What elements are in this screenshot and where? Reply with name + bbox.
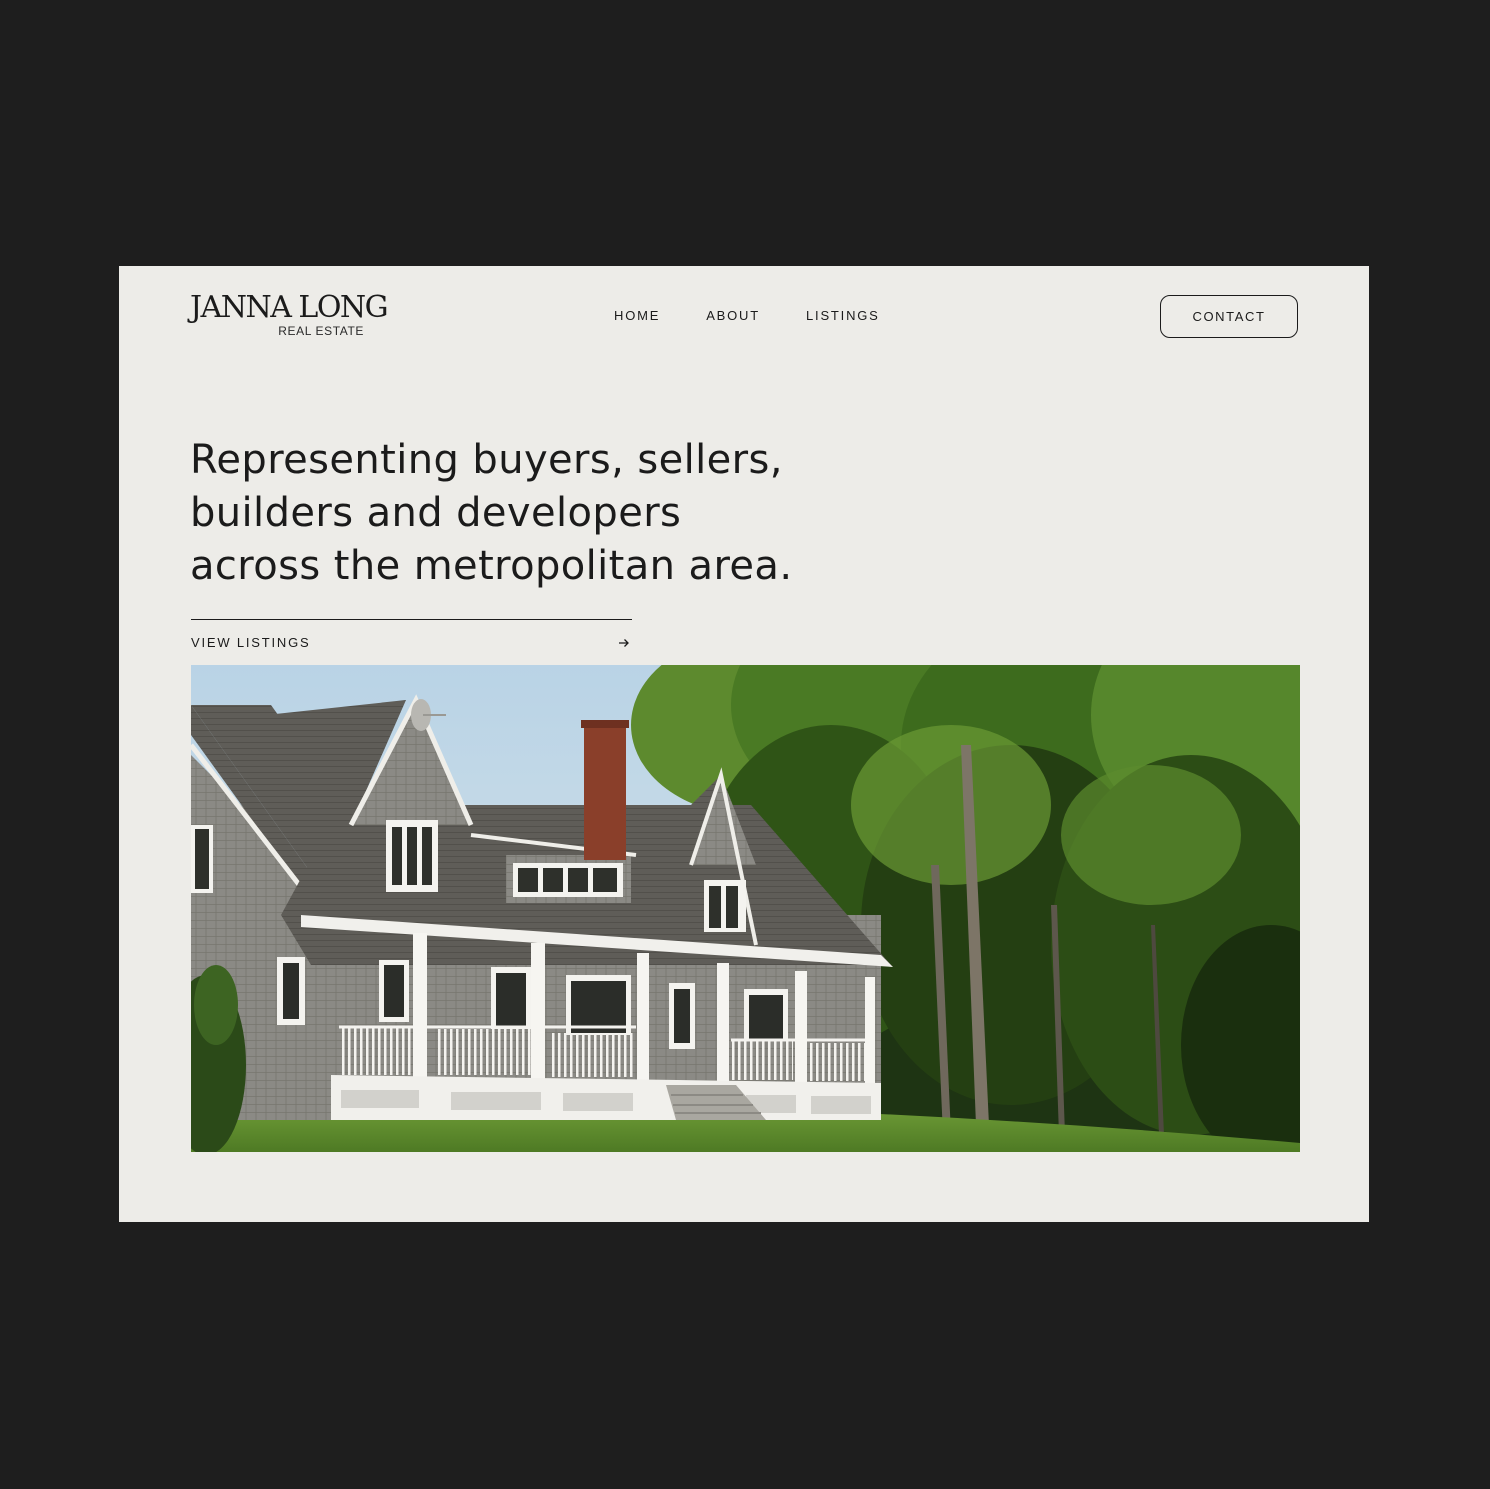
headline-line-1: Representing buyers, sellers, [190, 437, 783, 483]
website-page: JANNA LONG REAL ESTATE HOME ABOUT LISTIN… [119, 266, 1369, 1222]
logo-wordmark: JANNA LONG [190, 290, 389, 325]
main-nav: HOME ABOUT LISTINGS [614, 308, 880, 323]
headline-line-2: builders and developers [190, 490, 682, 536]
nav-item-listings[interactable]: LISTINGS [806, 308, 880, 323]
logo-subtitle: REAL ESTATE [278, 324, 364, 338]
contact-button[interactable]: CONTACT [1160, 295, 1298, 338]
headline-line-3: across the metropolitan area. [190, 543, 793, 589]
nav-item-home[interactable]: HOME [614, 308, 660, 323]
view-listings-link[interactable]: VIEW LISTINGS [191, 619, 632, 650]
arrow-right-icon [619, 638, 629, 647]
view-listings-label: VIEW LISTINGS [191, 635, 311, 650]
nav-item-about[interactable]: ABOUT [706, 308, 760, 323]
hero-headline: Representing buyers, sellers, builders a… [190, 434, 890, 593]
hero-image [191, 665, 1300, 1152]
brand-logo[interactable]: JANNA LONG REAL ESTATE [190, 290, 389, 342]
